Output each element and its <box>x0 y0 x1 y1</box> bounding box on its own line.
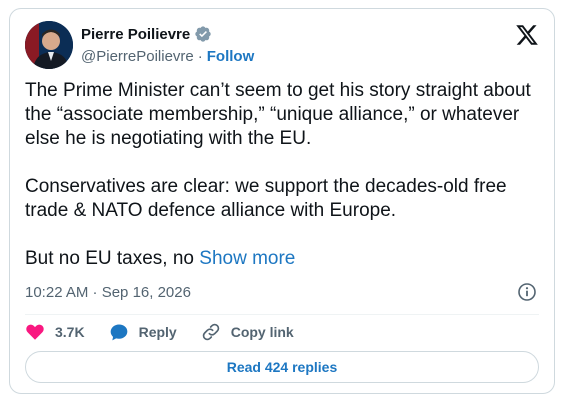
truncated-text: But no EU taxes, no <box>25 248 200 269</box>
author-info: Pierre Poilievre @PierrePoilievre · Foll… <box>81 24 254 66</box>
follow-button[interactable]: Follow <box>207 48 255 65</box>
handle-row: @PierrePoilievre · Follow <box>81 46 254 66</box>
tweet-header: Pierre Poilievre @PierrePoilievre · Foll… <box>25 19 539 73</box>
separator-dot: · <box>197 47 203 65</box>
timestamp[interactable]: 10:22 AM · Sep 16, 2026 <box>25 284 191 301</box>
display-name[interactable]: Pierre Poilievre <box>81 26 190 43</box>
like-button[interactable]: 3.7K <box>25 322 85 342</box>
tweet-text: The Prime Minister can’t seem to get his… <box>25 79 545 271</box>
show-more-link[interactable]: Show more <box>199 248 295 269</box>
tweet-paragraph: Conservatives are clear: we support the … <box>25 176 507 221</box>
like-count: 3.7K <box>55 324 85 340</box>
heart-icon <box>26 324 44 340</box>
reply-label: Reply <box>138 324 177 340</box>
link-icon <box>202 323 219 341</box>
divider <box>25 314 539 315</box>
tweet-paragraph-truncated: But no EU taxes, no Show more <box>25 247 545 271</box>
action-bar: 3.7K Reply Copy link <box>25 321 318 343</box>
tweet-paragraph: The Prime Minister can’t seem to get his… <box>25 80 531 149</box>
info-icon[interactable] <box>517 282 537 302</box>
avatar[interactable] <box>25 21 73 69</box>
read-replies-button[interactable]: Read 424 replies <box>25 351 539 383</box>
copy-link-button[interactable]: Copy link <box>201 322 294 342</box>
verified-badge-icon <box>194 25 212 43</box>
copy-link-label: Copy link <box>230 324 294 340</box>
x-logo-icon[interactable] <box>515 23 539 47</box>
name-row: Pierre Poilievre <box>81 24 254 44</box>
reply-bubble-icon <box>110 324 127 341</box>
tweet-card: Pierre Poilievre @PierrePoilievre · Foll… <box>9 8 555 394</box>
handle[interactable]: @PierrePoilievre <box>81 48 194 65</box>
tweet-meta: 10:22 AM · Sep 16, 2026 <box>25 281 539 303</box>
reply-button[interactable]: Reply <box>109 322 177 342</box>
